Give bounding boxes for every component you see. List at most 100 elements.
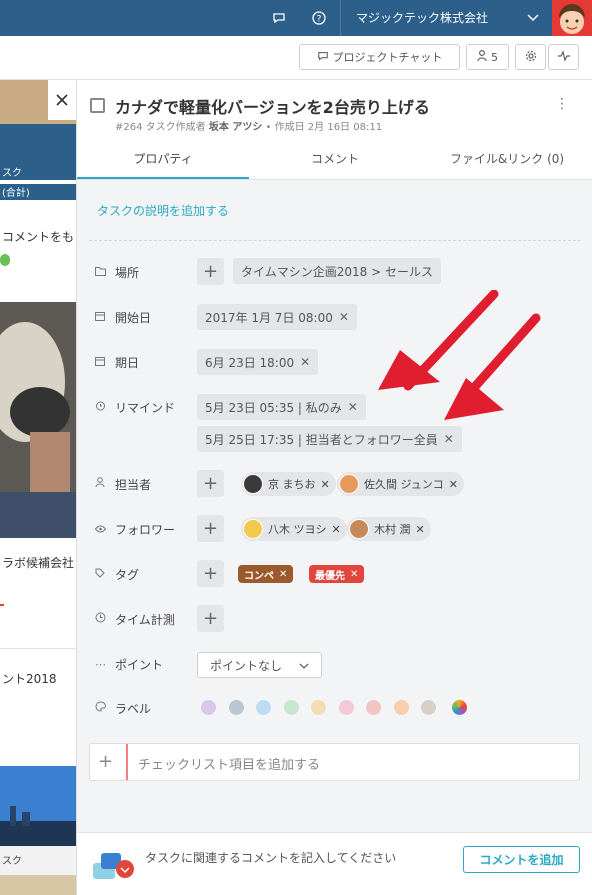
eye-icon	[94, 523, 115, 536]
person-icon	[477, 49, 487, 65]
svg-text:?: ?	[317, 15, 322, 25]
add-description-link[interactable]: タスクの説明を追加する	[97, 202, 229, 219]
label-color-swatch[interactable]	[366, 700, 381, 715]
remind-chip[interactable]: 5月 25日 17:35 | 担当者とフォロワー全員 ✕	[197, 426, 462, 452]
close-panel-button[interactable]	[48, 80, 76, 120]
checklist-input-box[interactable]: + チェックリスト項目を追加する	[89, 743, 580, 781]
label-label: ラベル	[115, 701, 152, 716]
add-follower-button[interactable]: +	[197, 515, 224, 542]
location-value: タイムマシン企画2018 > セールス	[241, 264, 433, 279]
background-board: スク (合計) コメントをも ラボ候補会社 ント2018 スク	[0, 80, 76, 895]
assignee-chip[interactable]: 京 まちお ✕	[241, 472, 336, 496]
comment-illustration-icon	[91, 845, 137, 887]
user-avatar[interactable]	[552, 0, 592, 36]
add-comment-button[interactable]: コメントを追加	[463, 846, 580, 873]
task-complete-checkbox[interactable]	[90, 98, 105, 113]
label-color-swatch[interactable]	[421, 700, 436, 715]
remind-value: 5月 23日 05:35 | 私のみ	[205, 400, 342, 415]
follower-label: フォロワー	[115, 522, 176, 537]
label-color-swatch[interactable]	[283, 700, 299, 715]
tag-chip[interactable]: 最優先 ✕	[309, 565, 365, 583]
gear-icon	[525, 50, 537, 65]
add-assignee-button[interactable]: +	[197, 470, 224, 497]
remind-chip[interactable]: 5月 23日 05:35 | 私のみ ✕	[197, 394, 366, 420]
location-chip[interactable]: タイムマシン企画2018 > セールス	[233, 258, 441, 284]
property-assignee: 担当者	[95, 470, 151, 498]
tab-comments[interactable]: コメント	[249, 144, 421, 179]
tab-files-links[interactable]: ファイル&リンク (0)	[421, 144, 592, 179]
remove-icon[interactable]: ✕	[348, 400, 358, 414]
start-date-chip[interactable]: 2017年 1月 7日 08:00 ✕	[197, 304, 357, 330]
palette-icon	[95, 701, 115, 715]
point-value: ポイントなし	[210, 658, 283, 673]
plus-icon[interactable]: +	[98, 752, 113, 772]
label-color-swatch[interactable]	[228, 700, 244, 715]
follower-chip[interactable]: 木村 潤 ✕	[347, 517, 431, 541]
property-start-date: 開始日	[95, 303, 151, 331]
cover-image	[0, 875, 76, 895]
alarm-icon	[95, 400, 115, 414]
more-options-icon[interactable]: ⋮	[555, 96, 569, 112]
remove-icon[interactable]: ✕	[444, 432, 454, 446]
project-chat-button[interactable]: プロジェクトチャット	[299, 44, 460, 70]
chevron-down-icon[interactable]	[518, 0, 548, 36]
comment-prompt: タスクに関連するコメントを記入してください	[145, 851, 397, 865]
location-label: 場所	[115, 265, 140, 280]
folder-icon	[95, 266, 115, 279]
chat-bubble-icon[interactable]	[264, 0, 294, 36]
remove-icon[interactable]: ✕	[350, 569, 358, 580]
tag-name: 最優先	[315, 570, 345, 582]
add-tag-button[interactable]: +	[197, 560, 224, 587]
property-timer: タイム計測	[95, 605, 175, 633]
point-select[interactable]: ポイントなし	[197, 652, 322, 678]
tab-properties[interactable]: プロパティ	[77, 144, 249, 179]
activity-button[interactable]	[548, 44, 579, 70]
tag-label: タグ	[115, 567, 140, 582]
remove-icon[interactable]: ✕	[339, 310, 349, 324]
task-meta: #264 タスク作成者 坂本 アツシ • 作成日 2月 16日 08:11	[115, 118, 382, 133]
label-color-swatch[interactable]	[393, 700, 409, 715]
remove-icon[interactable]: ✕	[300, 355, 310, 369]
card-text: ラボ候補会社	[2, 556, 75, 570]
tag-chip[interactable]: コンペ ✕	[238, 565, 294, 583]
column-title: スク	[0, 164, 76, 180]
assignee-chip[interactable]: 佐久間 ジュンコ ✕	[337, 472, 464, 496]
add-location-button[interactable]: +	[197, 258, 224, 285]
task-title[interactable]: カナダで軽量化バージョンを2台売り上げる	[115, 94, 430, 118]
remove-icon[interactable]: ✕	[279, 569, 287, 580]
task-author[interactable]: 坂本 アツシ	[209, 122, 262, 133]
ellipsis-icon: ⋯	[95, 657, 106, 671]
task-detail-panel: カナダで軽量化バージョンを2台売り上げる #264 タスク作成者 坂本 アツシ …	[76, 80, 592, 895]
clock-icon	[95, 612, 115, 626]
activity-icon	[557, 49, 570, 65]
members-button[interactable]: 5	[466, 44, 509, 70]
avatar	[339, 474, 359, 494]
remove-icon[interactable]: ✕	[449, 478, 458, 491]
calendar-icon	[95, 356, 115, 369]
follower-chip[interactable]: 八木 ツヨシ ✕	[241, 517, 347, 541]
custom-color-icon[interactable]	[452, 700, 467, 715]
remind-label: リマインド	[115, 400, 176, 415]
assignee-label: 担当者	[115, 477, 152, 492]
remove-icon[interactable]: ✕	[321, 478, 330, 491]
label-color-swatch[interactable]	[201, 700, 216, 715]
label-color-swatch[interactable]	[311, 700, 326, 715]
property-remind: リマインド	[95, 393, 175, 421]
remove-icon[interactable]: ✕	[332, 523, 341, 536]
settings-button[interactable]	[515, 44, 546, 70]
label-color-swatch[interactable]	[338, 700, 354, 715]
due-date-chip[interactable]: 6月 23日 18:00 ✕	[197, 349, 319, 375]
checklist-placeholder: チェックリスト項目を追加する	[138, 758, 321, 773]
remove-icon[interactable]: ✕	[416, 523, 425, 536]
label-color-swatch[interactable]	[256, 700, 271, 715]
top-bar: ? マジックテック株式会社	[0, 0, 592, 36]
column-total: (合計)	[0, 184, 76, 200]
meta-separator: •	[265, 122, 272, 133]
add-timer-button[interactable]: +	[197, 605, 224, 632]
task-header: カナダで軽量化バージョンを2台売り上げる #264 タスク作成者 坂本 アツシ …	[77, 80, 592, 180]
start-date-label: 開始日	[115, 310, 152, 325]
help-icon[interactable]: ?	[304, 0, 334, 36]
task-created: 作成日 2月 16日 08:11	[274, 122, 383, 133]
chat-bubble-icon	[317, 50, 329, 65]
company-name[interactable]: マジックテック株式会社	[356, 0, 488, 36]
